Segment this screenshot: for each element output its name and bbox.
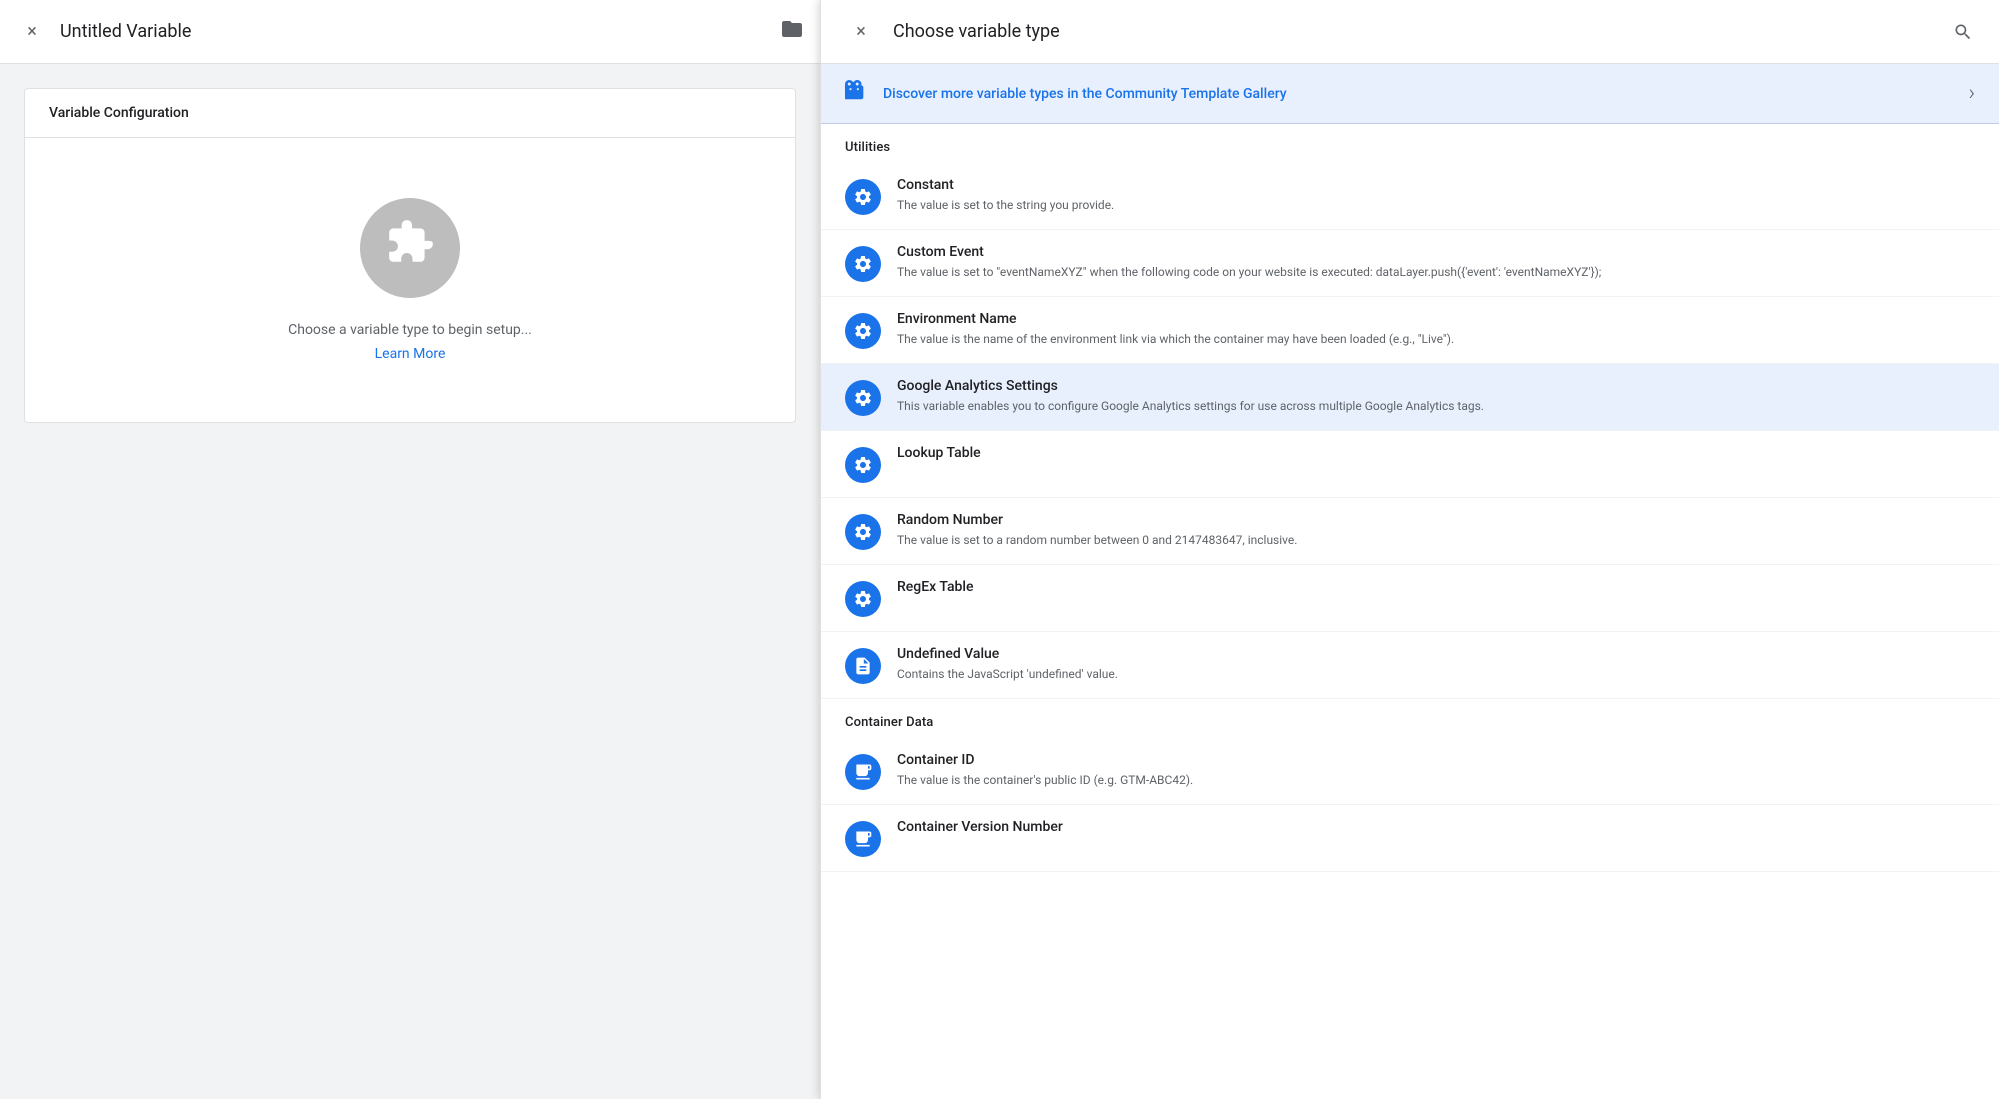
lookup-table-icon [845,447,881,483]
container-version-number-icon [845,821,881,857]
container-version-number-content: Container Version Number [897,819,1975,838]
section-header-container-data: Container Data [821,699,1999,738]
variable-item-random-number[interactable]: Random Number The value is set to a rando… [821,498,1999,565]
variable-config-card: Variable Configuration Choose a variable… [24,88,796,423]
placeholder-icon-container [360,198,460,298]
undefined-value-content: Undefined Value Contains the JavaScript '… [897,646,1975,683]
environment-name-desc: The value is the name of the environment… [897,330,1975,348]
right-panel-title: Choose variable type [893,21,1927,42]
main-panel: × Untitled Variable Variable Configurati… [0,0,820,1099]
community-banner-icon [845,80,867,107]
constant-content: Constant The value is set to the string y… [897,177,1975,214]
environment-name-icon [845,313,881,349]
variable-item-google-analytics-settings[interactable]: Google Analytics Settings This variable e… [821,364,1999,431]
google-analytics-settings-desc: This variable enables you to configure G… [897,397,1975,415]
random-number-name: Random Number [897,512,1975,528]
undefined-value-icon [845,648,881,684]
google-analytics-settings-icon [845,380,881,416]
regex-table-name: RegEx Table [897,579,1975,595]
custom-event-name: Custom Event [897,244,1975,260]
container-version-number-name: Container Version Number [897,819,1975,835]
right-panel: × Choose variable type Discover more var… [820,0,1999,1099]
variable-config-area: Variable Configuration Choose a variable… [0,64,820,1099]
search-button[interactable] [1943,12,1983,52]
lookup-table-name: Lookup Table [897,445,1975,461]
lookup-table-content: Lookup Table [897,445,1975,464]
constant-name: Constant [897,177,1975,193]
constant-desc: The value is set to the string you provi… [897,196,1975,214]
variable-item-undefined-value[interactable]: Undefined Value Contains the JavaScript '… [821,632,1999,699]
container-id-name: Container ID [897,752,1975,768]
google-analytics-settings-name: Google Analytics Settings [897,378,1975,394]
community-banner-text: Discover more variable types in the Comm… [883,86,1952,102]
custom-event-desc: The value is set to "eventNameXYZ" when … [897,263,1975,281]
right-panel-header: × Choose variable type [821,0,1999,64]
variable-type-list: Utilities Constant The value is set to th… [821,124,1999,1099]
container-id-icon [845,754,881,790]
puzzle-icon [385,218,435,279]
main-header: × Untitled Variable [0,0,820,64]
learn-more-link[interactable]: Learn More [375,346,446,362]
community-template-banner[interactable]: Discover more variable types in the Comm… [821,64,1999,124]
right-panel-close-button[interactable]: × [845,16,877,48]
variable-item-container-id[interactable]: Container ID The value is the container's… [821,738,1999,805]
folder-icon[interactable] [780,17,804,46]
custom-event-icon [845,246,881,282]
variable-item-container-version-number[interactable]: Container Version Number [821,805,1999,872]
page-title: Untitled Variable [60,21,768,42]
container-id-content: Container ID The value is the container's… [897,752,1975,789]
variable-item-regex-table[interactable]: RegEx Table [821,565,1999,632]
google-analytics-settings-content: Google Analytics Settings This variable e… [897,378,1975,415]
random-number-desc: The value is set to a random number betw… [897,531,1975,549]
random-number-content: Random Number The value is set to a rando… [897,512,1975,549]
variable-item-constant[interactable]: Constant The value is set to the string y… [821,163,1999,230]
regex-table-content: RegEx Table [897,579,1975,598]
regex-table-icon [845,581,881,617]
custom-event-content: Custom Event The value is set to "eventNa… [897,244,1975,281]
variable-item-environment-name[interactable]: Environment Name The value is the name of… [821,297,1999,364]
variable-item-custom-event[interactable]: Custom Event The value is set to "eventNa… [821,230,1999,297]
undefined-value-name: Undefined Value [897,646,1975,662]
environment-name-name: Environment Name [897,311,1975,327]
undefined-value-desc: Contains the JavaScript 'undefined' valu… [897,665,1975,683]
container-id-desc: The value is the container's public ID (… [897,771,1975,789]
main-close-button[interactable]: × [16,16,48,48]
variable-config-header: Variable Configuration [25,89,795,138]
choose-variable-text: Choose a variable type to begin setup... [288,322,532,338]
section-header-utilities: Utilities [821,124,1999,163]
community-banner-chevron: › [1968,81,1975,106]
variable-config-body: Choose a variable type to begin setup...… [25,138,795,422]
random-number-icon [845,514,881,550]
variable-item-lookup-table[interactable]: Lookup Table [821,431,1999,498]
environment-name-content: Environment Name The value is the name of… [897,311,1975,348]
constant-icon [845,179,881,215]
